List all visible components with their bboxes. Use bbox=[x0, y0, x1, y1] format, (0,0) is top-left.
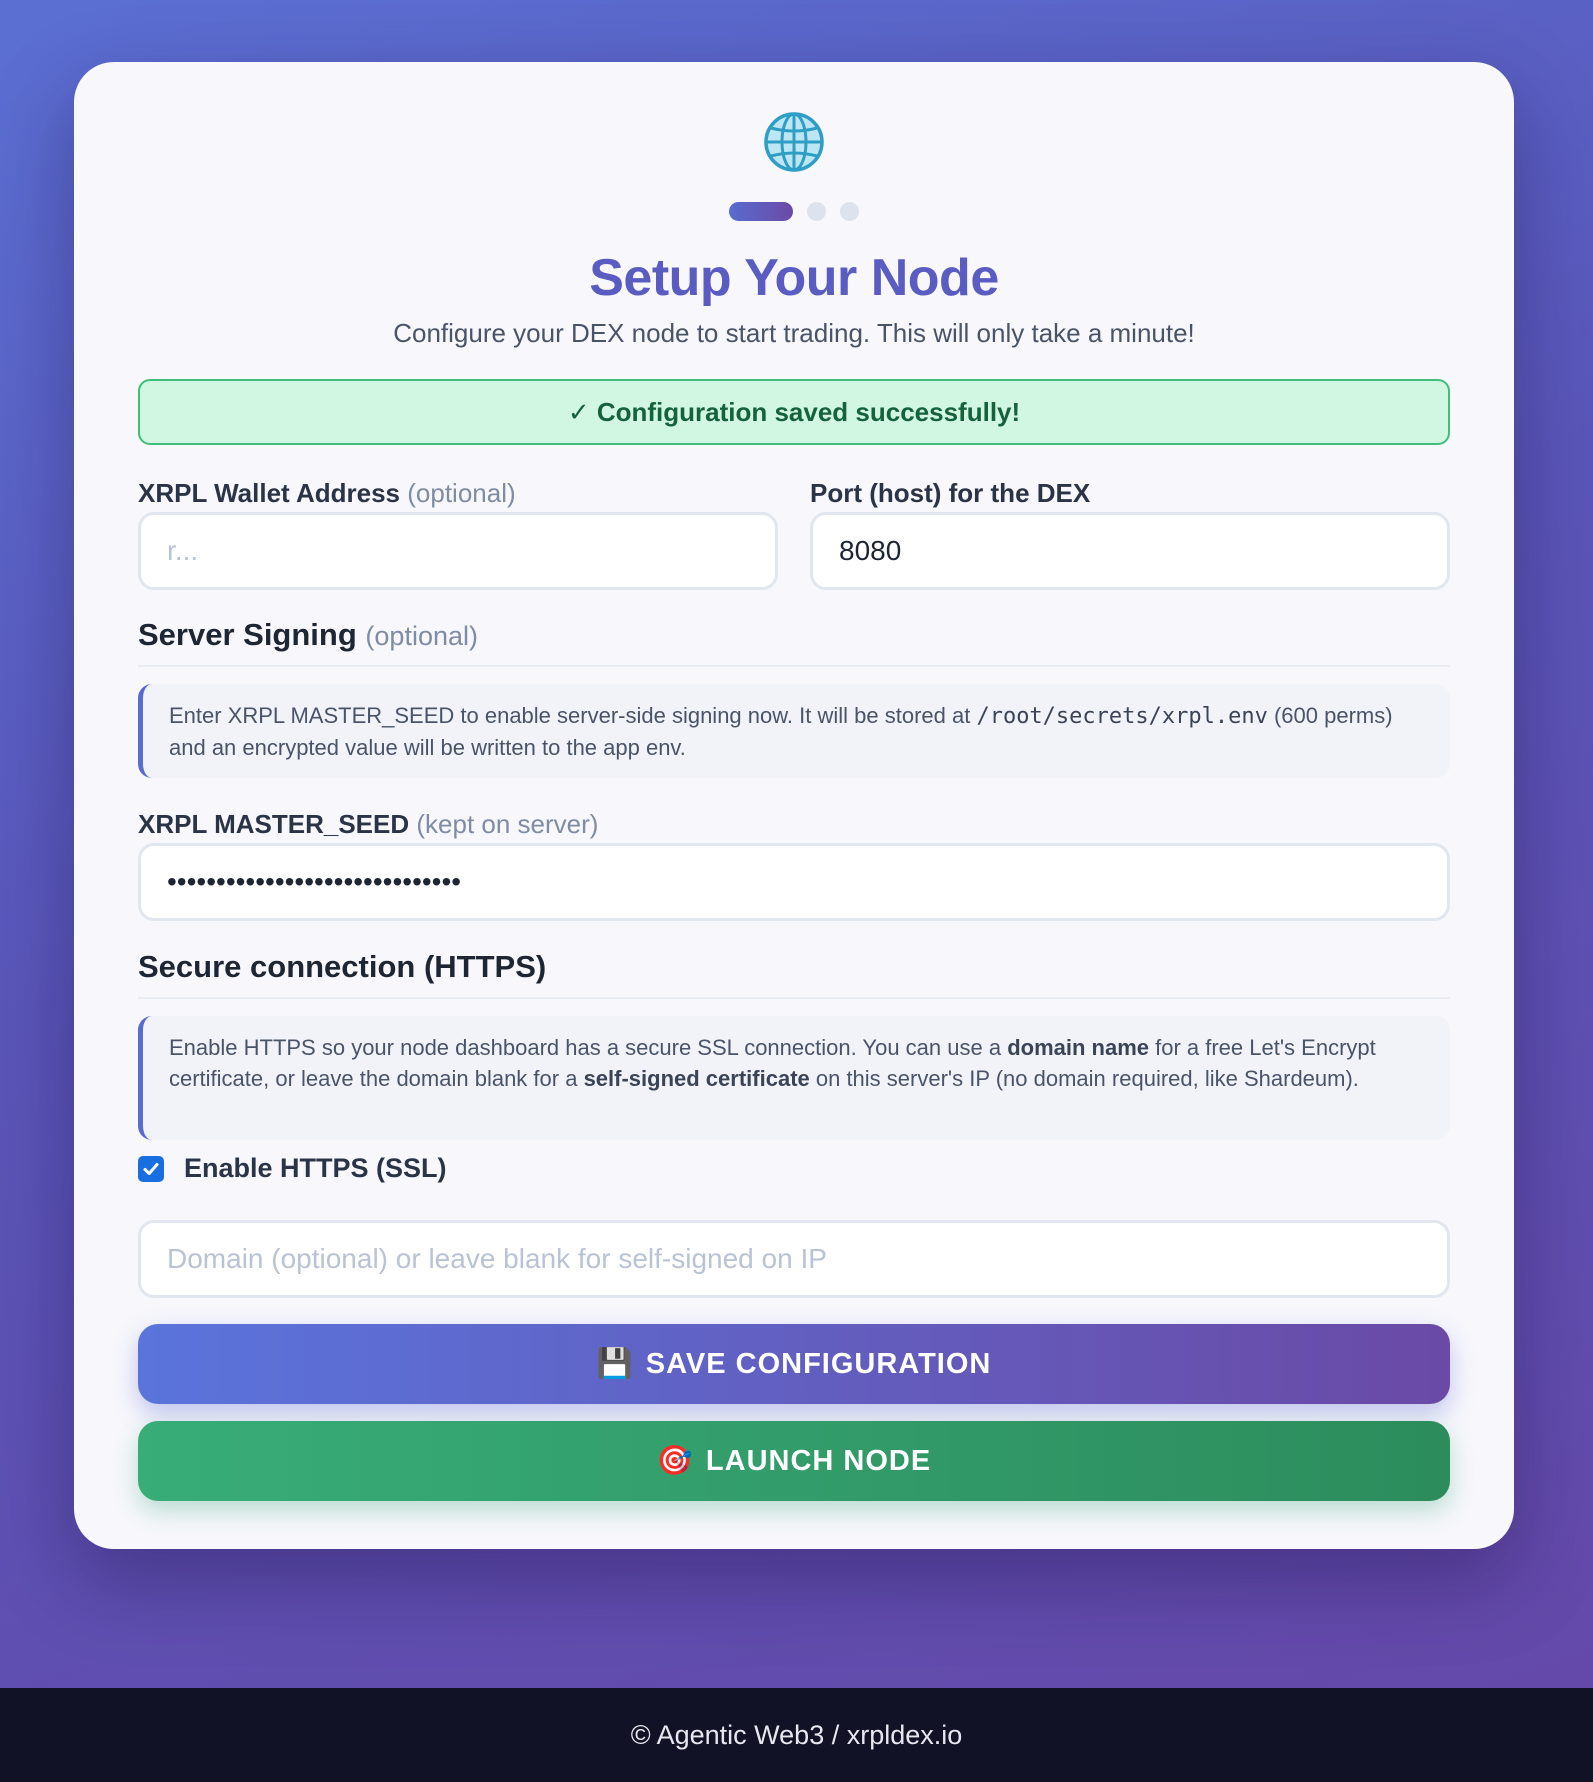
floppy-disk-icon: 💾 bbox=[596, 1348, 634, 1380]
server-signing-title-text: Server Signing bbox=[138, 617, 357, 652]
enable-https-row[interactable]: Enable HTTPS (SSL) bbox=[138, 1153, 447, 1184]
port-input[interactable] bbox=[810, 512, 1450, 590]
step-indicator bbox=[74, 202, 1514, 221]
https-info-self-signed: self-signed certificate bbox=[583, 1066, 810, 1091]
target-icon: 🎯 bbox=[656, 1445, 694, 1477]
success-alert: ✓ Configuration saved successfully! bbox=[138, 379, 1450, 445]
enable-https-label[interactable]: Enable HTTPS (SSL) bbox=[184, 1153, 447, 1184]
server-signing-optional-hint: (optional) bbox=[365, 621, 478, 651]
wallet-address-input[interactable] bbox=[138, 512, 778, 590]
step-2 bbox=[807, 202, 826, 221]
server-signing-info: Enter XRPL MASTER_SEED to enable server-… bbox=[138, 684, 1450, 778]
https-info-text: on this server's IP (no domain required,… bbox=[809, 1066, 1359, 1091]
https-info: Enable HTTPS so your node dashboard has … bbox=[138, 1016, 1450, 1140]
checkmark-icon bbox=[143, 1162, 159, 1175]
footer-text: © Agentic Web3 / xrpldex.io bbox=[630, 1719, 963, 1750]
seed-label: XRPL MASTER_SEED (kept on server) bbox=[138, 809, 598, 840]
server-signing-title: Server Signing (optional) bbox=[138, 617, 478, 653]
page-title: Setup Your Node bbox=[589, 249, 999, 307]
footer: © Agentic Web3 / xrpldex.io bbox=[0, 1688, 1593, 1782]
save-configuration-button[interactable]: 💾 SAVE CONFIGURATION bbox=[138, 1324, 1450, 1404]
success-alert-text: ✓ Configuration saved successfully! bbox=[567, 396, 1021, 427]
wallet-optional-hint: (optional) bbox=[407, 478, 516, 508]
seed-hint: (kept on server) bbox=[416, 809, 599, 839]
step-3 bbox=[840, 202, 859, 221]
setup-card: Setup Your Node Configure your DEX node … bbox=[74, 62, 1514, 1549]
secrets-path-code: /root/secrets/xrpl.env bbox=[976, 704, 1268, 729]
save-configuration-label: SAVE CONFIGURATION bbox=[645, 1347, 992, 1380]
section-divider bbox=[138, 997, 1450, 999]
page-subtitle: Configure your DEX node to start trading… bbox=[393, 318, 1195, 348]
https-info-domain-name: domain name bbox=[1007, 1035, 1149, 1060]
https-section-title: Secure connection (HTTPS) bbox=[138, 949, 547, 984]
wallet-label-text: XRPL Wallet Address bbox=[138, 478, 400, 508]
port-label: Port (host) for the DEX bbox=[810, 478, 1091, 508]
server-signing-info-text: Enter XRPL MASTER_SEED to enable server-… bbox=[169, 703, 977, 728]
globe-icon bbox=[764, 112, 824, 172]
section-divider bbox=[138, 665, 1450, 667]
seed-label-text: XRPL MASTER_SEED bbox=[138, 809, 410, 839]
launch-node-button[interactable]: 🎯 LAUNCH NODE bbox=[138, 1421, 1450, 1501]
https-info-text: Enable HTTPS so your node dashboard has … bbox=[169, 1035, 1008, 1060]
domain-input[interactable] bbox=[138, 1220, 1450, 1298]
enable-https-checkbox[interactable] bbox=[138, 1155, 164, 1182]
step-1-active bbox=[729, 202, 793, 221]
launch-node-label: LAUNCH NODE bbox=[705, 1444, 932, 1477]
wallet-label: XRPL Wallet Address (optional) bbox=[138, 478, 516, 509]
master-seed-input[interactable] bbox=[138, 843, 1450, 921]
